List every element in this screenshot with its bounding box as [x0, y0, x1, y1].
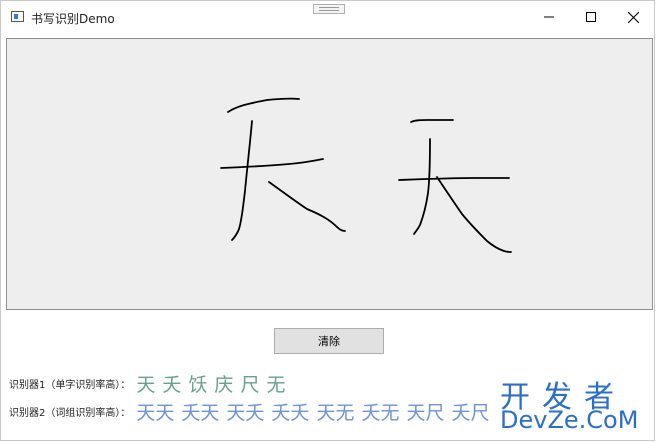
- app-icon: [11, 11, 24, 22]
- recognizer2-row: 识别器2（词组识别率高）： 天天 夭天 天夭 夭夭 天无 夭无 天尺 夭尺: [9, 398, 497, 425]
- candidate-item[interactable]: 夭夭: [271, 398, 309, 425]
- ink-stroke: [268, 181, 346, 232]
- window-title: 书写识别Demo: [31, 12, 115, 26]
- watermark-text-bottom: DevZe.CoM: [500, 406, 639, 434]
- ink-strokes: [220, 97, 512, 253]
- candidate-item[interactable]: 夭: [162, 370, 181, 397]
- maximize-button[interactable]: [569, 1, 613, 33]
- recognizer1-candidates: 天 夭 饫 庆 尺 无: [136, 370, 292, 397]
- ink-stroke: [436, 176, 512, 253]
- candidate-item[interactable]: 夭尺: [451, 398, 489, 425]
- candidate-item[interactable]: 天夭: [226, 398, 264, 425]
- recognizer2-label: 识别器2（词组识别率高）：: [9, 408, 131, 419]
- candidate-item[interactable]: 天天: [136, 398, 174, 425]
- title-bar[interactable]: 书写识别Demo: [1, 1, 654, 33]
- recognizer1-row: 识别器1（单字识别率高）： 天 夭 饫 庆 尺 无: [9, 370, 292, 397]
- ink-stroke: [227, 97, 300, 113]
- candidate-item[interactable]: 尺: [240, 370, 259, 397]
- handwriting-canvas[interactable]: [6, 38, 653, 310]
- candidate-item[interactable]: 夭无: [361, 398, 399, 425]
- candidate-item[interactable]: 天无: [316, 398, 354, 425]
- candidate-item[interactable]: 天: [136, 370, 155, 397]
- candidate-item[interactable]: 夭天: [181, 398, 219, 425]
- watermark: 开发者 DevZe.CoM: [500, 372, 655, 442]
- candidate-item[interactable]: 饫: [188, 370, 207, 397]
- close-button[interactable]: [611, 1, 655, 33]
- candidate-item[interactable]: 天尺: [406, 398, 444, 425]
- recognizer1-label: 识别器1（单字识别率高）：: [9, 380, 131, 391]
- ink-stroke: [410, 119, 454, 123]
- ink-stroke: [231, 120, 253, 241]
- candidate-item[interactable]: 庆: [214, 370, 233, 397]
- ink-stroke: [398, 177, 510, 181]
- ink-stroke: [413, 138, 431, 235]
- maximize-icon: [586, 12, 596, 22]
- drag-handle[interactable]: [313, 4, 345, 14]
- clear-button[interactable]: 清除: [274, 328, 384, 354]
- minimize-icon: [544, 16, 554, 18]
- minimize-button[interactable]: [527, 1, 571, 33]
- candidate-item[interactable]: 无: [266, 370, 285, 397]
- recognizer2-candidates: 天天 夭天 天夭 夭夭 天无 夭无 天尺 夭尺: [136, 398, 496, 425]
- close-icon: [627, 11, 639, 23]
- ink-stroke: [220, 158, 324, 169]
